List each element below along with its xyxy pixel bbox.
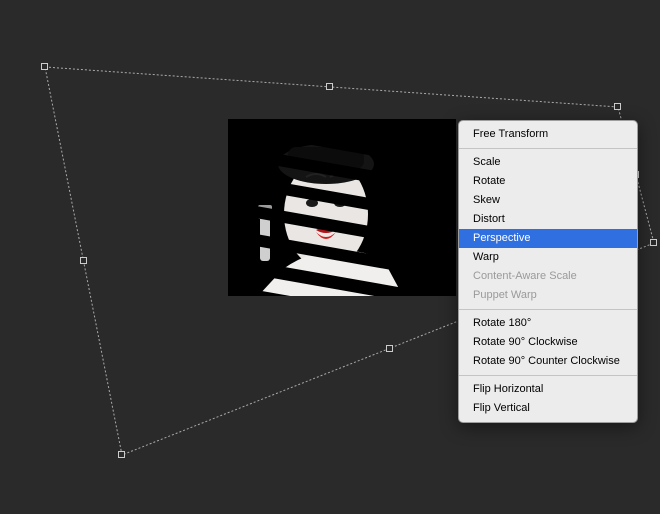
menu-distort[interactable]: Distort [459, 210, 637, 229]
menu-rotate-180[interactable]: Rotate 180° [459, 314, 637, 333]
menu-rotate[interactable]: Rotate [459, 172, 637, 191]
transform-handle[interactable] [41, 63, 48, 70]
menu-perspective[interactable]: Perspective [459, 229, 637, 248]
menu-warp[interactable]: Warp [459, 248, 637, 267]
menu-separator [459, 375, 637, 376]
transform-handle[interactable] [614, 103, 621, 110]
menu-separator [459, 309, 637, 310]
transform-handle[interactable] [650, 239, 657, 246]
transform-handle[interactable] [80, 257, 87, 264]
menu-content-aware-scale: Content-Aware Scale [459, 267, 637, 286]
menu-scale[interactable]: Scale [459, 153, 637, 172]
transform-handle[interactable] [326, 83, 333, 90]
transform-handle[interactable] [386, 345, 393, 352]
menu-skew[interactable]: Skew [459, 191, 637, 210]
menu-flip-vertical[interactable]: Flip Vertical [459, 399, 637, 418]
editor-canvas[interactable]: Free Transform ScaleRotateSkewDistortPer… [0, 0, 660, 514]
context-menu: Free Transform ScaleRotateSkewDistortPer… [458, 120, 638, 423]
menu-separator [459, 148, 637, 149]
menu-puppet-warp: Puppet Warp [459, 286, 637, 305]
transform-handle[interactable] [118, 451, 125, 458]
menu-rotate-90-clockwise[interactable]: Rotate 90° Clockwise [459, 333, 637, 352]
menu-flip-horizontal[interactable]: Flip Horizontal [459, 380, 637, 399]
menu-free-transform[interactable]: Free Transform [459, 125, 637, 144]
menu-rotate-90-counter-clockwise[interactable]: Rotate 90° Counter Clockwise [459, 352, 637, 371]
layer-image[interactable] [228, 119, 456, 296]
